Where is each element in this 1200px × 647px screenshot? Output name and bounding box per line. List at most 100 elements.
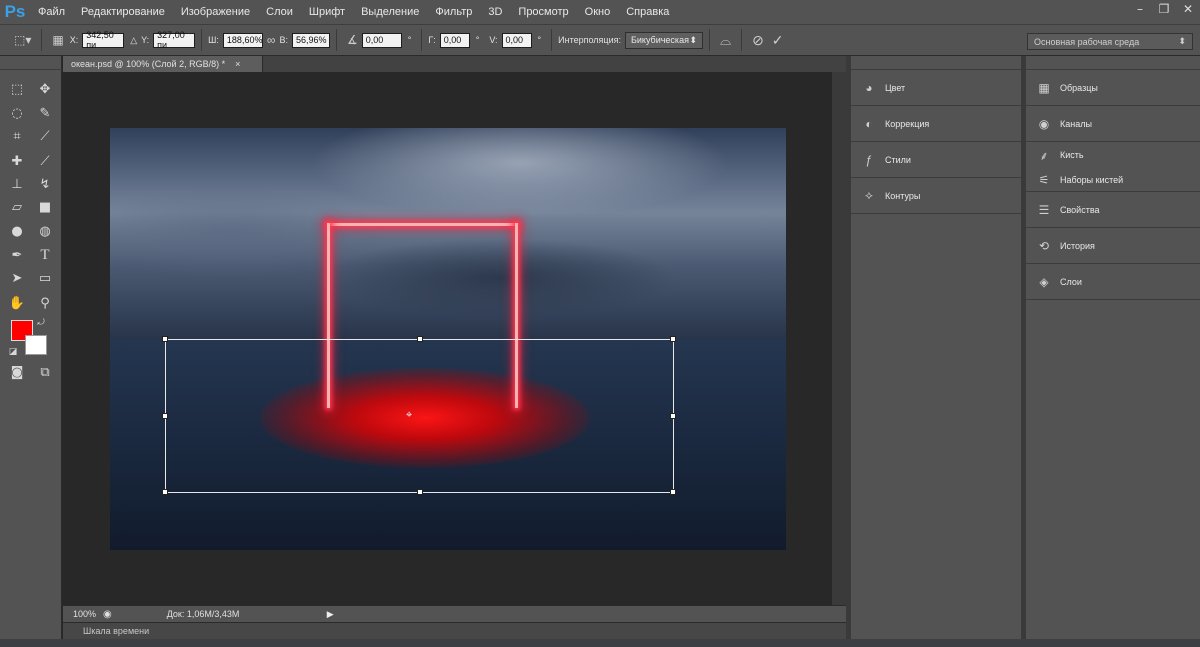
zoom-tool-icon[interactable]: ⚲ <box>34 293 56 313</box>
panel-history[interactable]: ⟲ История <box>1026 228 1200 264</box>
adjustments-icon: ◐ <box>865 116 873 131</box>
eyedropper-tool-icon[interactable]: ⟋ <box>34 126 56 146</box>
delta-icon[interactable]: △ <box>130 35 137 46</box>
swatches-icon: ▦ <box>1038 80 1050 95</box>
eraser-tool-icon[interactable]: ▱ <box>6 197 28 217</box>
status-menu-arrow-icon[interactable]: ▶ <box>327 609 334 620</box>
blur-tool-icon[interactable]: ● <box>6 221 28 241</box>
handle-top-right[interactable] <box>670 336 676 342</box>
panel-grip[interactable] <box>1026 56 1200 70</box>
quick-mask-icon[interactable]: ◙ <box>6 362 28 382</box>
close-tab-icon[interactable]: × <box>235 59 240 69</box>
commit-transform-icon[interactable]: ✓ <box>772 32 784 49</box>
interpolation-select[interactable]: Бикубическая ⬍ <box>624 31 703 49</box>
restore-button[interactable]: ❐ <box>1152 0 1176 18</box>
options-bar: ⬚▾ ▦ X: 342,50 пи △ Y: 327,00 пи Ш: 188,… <box>0 24 1200 56</box>
handle-left[interactable] <box>162 413 168 419</box>
vskew-input[interactable]: 0,00 <box>501 32 532 48</box>
reference-point-icon[interactable]: ▦ <box>52 33 63 47</box>
panel-brush-presets[interactable]: ⚟ Наборы кистей <box>1026 168 1200 192</box>
gradient-tool-icon[interactable]: ■ <box>34 197 56 217</box>
warp-mode-icon[interactable]: ⌓ <box>720 32 731 49</box>
handle-top-left[interactable] <box>162 336 168 342</box>
timeline-panel[interactable]: Шкала времени <box>63 622 846 639</box>
hand-tool-icon[interactable]: ✋ <box>6 293 28 313</box>
menu-view[interactable]: Просмотр <box>510 6 576 18</box>
default-colors-icon[interactable]: ◪ <box>6 345 20 359</box>
history-brush-tool-icon[interactable]: ↯ <box>34 174 56 194</box>
quick-select-tool-icon[interactable]: ✎ <box>34 103 56 123</box>
angle-input[interactable]: 0,00 <box>361 32 402 48</box>
panel-brush[interactable]: ⸙ Кисть <box>1026 142 1200 168</box>
crop-tool-icon[interactable]: ⌗ <box>6 126 28 146</box>
handle-top[interactable] <box>417 336 423 342</box>
panel-swatches[interactable]: ▦ Образцы <box>1026 70 1200 106</box>
hskew-input[interactable]: 0,00 <box>439 32 470 48</box>
handle-right[interactable] <box>670 413 676 419</box>
workspace-select[interactable]: Основная рабочая среда ⬍ <box>1027 33 1193 50</box>
toolbox-grip[interactable] <box>0 56 62 70</box>
handle-bottom-right[interactable] <box>670 489 676 495</box>
menu-layer[interactable]: Слои <box>258 6 301 18</box>
shape-tool-icon[interactable]: ▭ <box>34 268 56 288</box>
panel-label: Коррекция <box>885 118 930 129</box>
vskew-unit: ° <box>537 35 542 45</box>
panel-grip[interactable] <box>851 56 1021 70</box>
close-button[interactable]: ✕ <box>1176 0 1200 18</box>
brush-icon: ⸙ <box>1039 148 1049 163</box>
menu-file[interactable]: Файл <box>30 6 73 18</box>
menu-window[interactable]: Окно <box>577 6 619 18</box>
cancel-transform-icon[interactable]: ⊘ <box>752 32 764 49</box>
panel-layers[interactable]: ◈ Слои <box>1026 264 1200 300</box>
separator <box>336 29 337 51</box>
document-image[interactable]: ⌖ <box>110 128 786 550</box>
lasso-tool-icon[interactable]: ◌ <box>6 103 28 123</box>
width-input[interactable]: 188,60% <box>222 32 263 48</box>
panel-channels[interactable]: ◉ Каналы <box>1026 106 1200 142</box>
marquee-tool-icon[interactable]: ⬚ <box>6 79 28 99</box>
menu-select[interactable]: Выделение <box>353 6 427 18</box>
canvas-area[interactable]: ⌖ <box>63 72 832 605</box>
handle-bottom-left[interactable] <box>162 489 168 495</box>
status-info-icon[interactable]: ◉ <box>103 609 112 620</box>
y-input[interactable]: 327,00 пи <box>153 30 196 50</box>
menu-edit[interactable]: Редактирование <box>73 6 173 18</box>
toolbox: ⬚ ✥ ◌ ✎ ⌗ ⟋ ✚ ⟋ ⊥ ↯ ▱ ■ ● ◍ ✒ T ➤ ▭ ✋ ⚲ … <box>0 56 62 647</box>
panel-label: История <box>1060 240 1095 251</box>
type-tool-icon[interactable]: T <box>34 245 56 265</box>
reference-point-icon[interactable]: ⌖ <box>406 408 412 422</box>
swap-colors-icon[interactable]: ⤾ <box>34 316 48 330</box>
height-input[interactable]: 56,96% <box>292 32 330 48</box>
healing-brush-tool-icon[interactable]: ✚ <box>6 151 28 171</box>
panel-color[interactable]: ◕ Цвет <box>851 70 1021 106</box>
move-tool-icon[interactable]: ✥ <box>34 79 56 99</box>
vertical-scrollbar[interactable] <box>832 72 846 605</box>
panel-paths[interactable]: ⟡ Контуры <box>851 178 1021 214</box>
vskew-label: V: <box>489 35 498 45</box>
panel-properties[interactable]: ☰ Свойства <box>1026 192 1200 228</box>
stamp-tool-icon[interactable]: ⊥ <box>6 174 28 194</box>
dodge-tool-icon[interactable]: ◍ <box>34 221 56 241</box>
minimize-button[interactable]: – <box>1128 0 1152 18</box>
menu-3d[interactable]: 3D <box>480 6 510 18</box>
document-tab[interactable]: океан.psd @ 100% (Слой 2, RGB/8) * × <box>63 56 263 72</box>
height-label: В: <box>279 35 288 45</box>
brush-tool-icon[interactable]: ⟋ <box>34 151 56 171</box>
menu-help[interactable]: Справка <box>618 6 677 18</box>
panel-adjustments[interactable]: ◐ Коррекция <box>851 106 1021 142</box>
photoshop-logo: Ps <box>4 2 26 21</box>
link-icon[interactable]: ∞ <box>267 33 276 47</box>
menu-image[interactable]: Изображение <box>173 6 258 18</box>
menu-type[interactable]: Шрифт <box>301 6 353 18</box>
pen-tool-icon[interactable]: ✒ <box>6 245 28 265</box>
background-color-swatch[interactable] <box>25 335 47 355</box>
x-input[interactable]: 342,50 пи <box>82 30 125 50</box>
move-tool-preset-icon[interactable]: ⬚▾ <box>14 33 31 47</box>
path-select-tool-icon[interactable]: ➤ <box>6 268 28 288</box>
transform-bounding-box[interactable]: ⌖ <box>162 336 676 495</box>
screen-mode-icon[interactable]: ⧉ <box>34 362 56 382</box>
handle-bottom[interactable] <box>417 489 423 495</box>
panel-styles[interactable]: ƒ Стили <box>851 142 1021 178</box>
menu-filter[interactable]: Фильтр <box>427 6 480 18</box>
zoom-level[interactable]: 100% <box>63 609 103 619</box>
